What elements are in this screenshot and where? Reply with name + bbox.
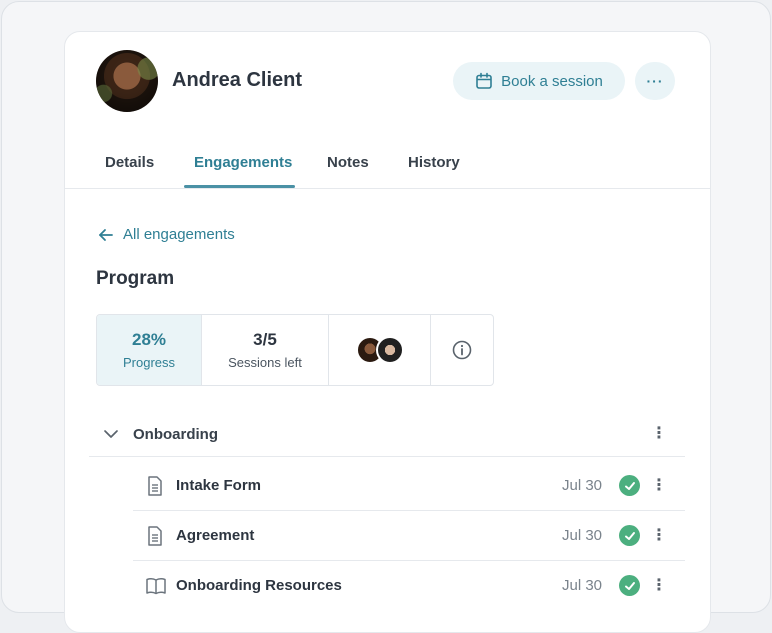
check-icon bbox=[619, 575, 640, 596]
sessions-label: Sessions left bbox=[228, 355, 302, 370]
client-card: Andrea Client Book a session ··· Details… bbox=[64, 31, 711, 633]
chevron-down-icon[interactable] bbox=[103, 426, 119, 442]
item-label: Intake Form bbox=[176, 477, 262, 494]
active-tab-indicator bbox=[184, 185, 295, 188]
sessions-stat: 3/5 Sessions left bbox=[202, 315, 329, 385]
ellipsis-icon: ··· bbox=[646, 73, 664, 89]
section-label: Onboarding bbox=[133, 425, 218, 443]
program-stats: 28% Progress 3/5 Sessions left bbox=[96, 314, 494, 386]
tab-bar: Details Engagements Notes History bbox=[65, 142, 710, 189]
info-button[interactable] bbox=[431, 315, 493, 385]
book-icon bbox=[146, 577, 166, 594]
sessions-value: 3/5 bbox=[253, 330, 277, 349]
list-item-onboarding-resources[interactable]: Onboarding Resources Jul 30 ⋮ bbox=[133, 561, 685, 610]
client-avatar bbox=[96, 50, 158, 112]
check-icon bbox=[619, 525, 640, 546]
program-title: Program bbox=[96, 268, 175, 289]
list-item-intake-form[interactable]: Intake Form Jul 30 ⋮ bbox=[133, 461, 685, 511]
document-icon bbox=[148, 475, 162, 496]
progress-stat: 28% Progress bbox=[97, 315, 202, 385]
tab-notes[interactable]: Notes bbox=[327, 154, 369, 171]
tab-history[interactable]: History bbox=[408, 154, 460, 171]
book-session-label: Book a session bbox=[501, 72, 603, 90]
arrow-left-icon bbox=[99, 228, 113, 241]
document-icon bbox=[148, 525, 162, 546]
participant-avatar bbox=[375, 336, 404, 364]
calendar-icon bbox=[476, 72, 492, 89]
progress-label: Progress bbox=[122, 355, 176, 370]
section-more-icon[interactable]: ⋮ bbox=[651, 424, 667, 444]
list-item-agreement[interactable]: Agreement Jul 30 ⋮ bbox=[133, 511, 685, 561]
participants-avatars[interactable] bbox=[329, 315, 431, 385]
tab-engagements[interactable]: Engagements bbox=[194, 154, 292, 171]
check-icon bbox=[619, 475, 640, 496]
progress-value: 28% bbox=[131, 330, 167, 349]
item-date: Jul 30 bbox=[562, 477, 603, 494]
item-date: Jul 30 bbox=[562, 527, 603, 544]
item-label: Agreement bbox=[176, 527, 255, 544]
item-more-icon[interactable]: ⋮ bbox=[651, 576, 667, 596]
item-label: Onboarding Resources bbox=[176, 577, 342, 594]
tab-details[interactable]: Details bbox=[105, 154, 154, 171]
info-icon bbox=[452, 340, 472, 360]
item-more-icon[interactable]: ⋮ bbox=[651, 476, 667, 496]
item-more-icon[interactable]: ⋮ bbox=[651, 526, 667, 546]
item-date: Jul 30 bbox=[562, 577, 603, 594]
more-options-button[interactable]: ··· bbox=[635, 62, 675, 100]
section-onboarding[interactable]: Onboarding ⋮ bbox=[89, 412, 685, 457]
all-engagements-link[interactable]: All engagements bbox=[98, 226, 235, 243]
all-engagements-label: All engagements bbox=[123, 226, 235, 243]
book-session-button[interactable]: Book a session bbox=[453, 62, 625, 100]
client-name: Andrea Client bbox=[172, 69, 303, 91]
